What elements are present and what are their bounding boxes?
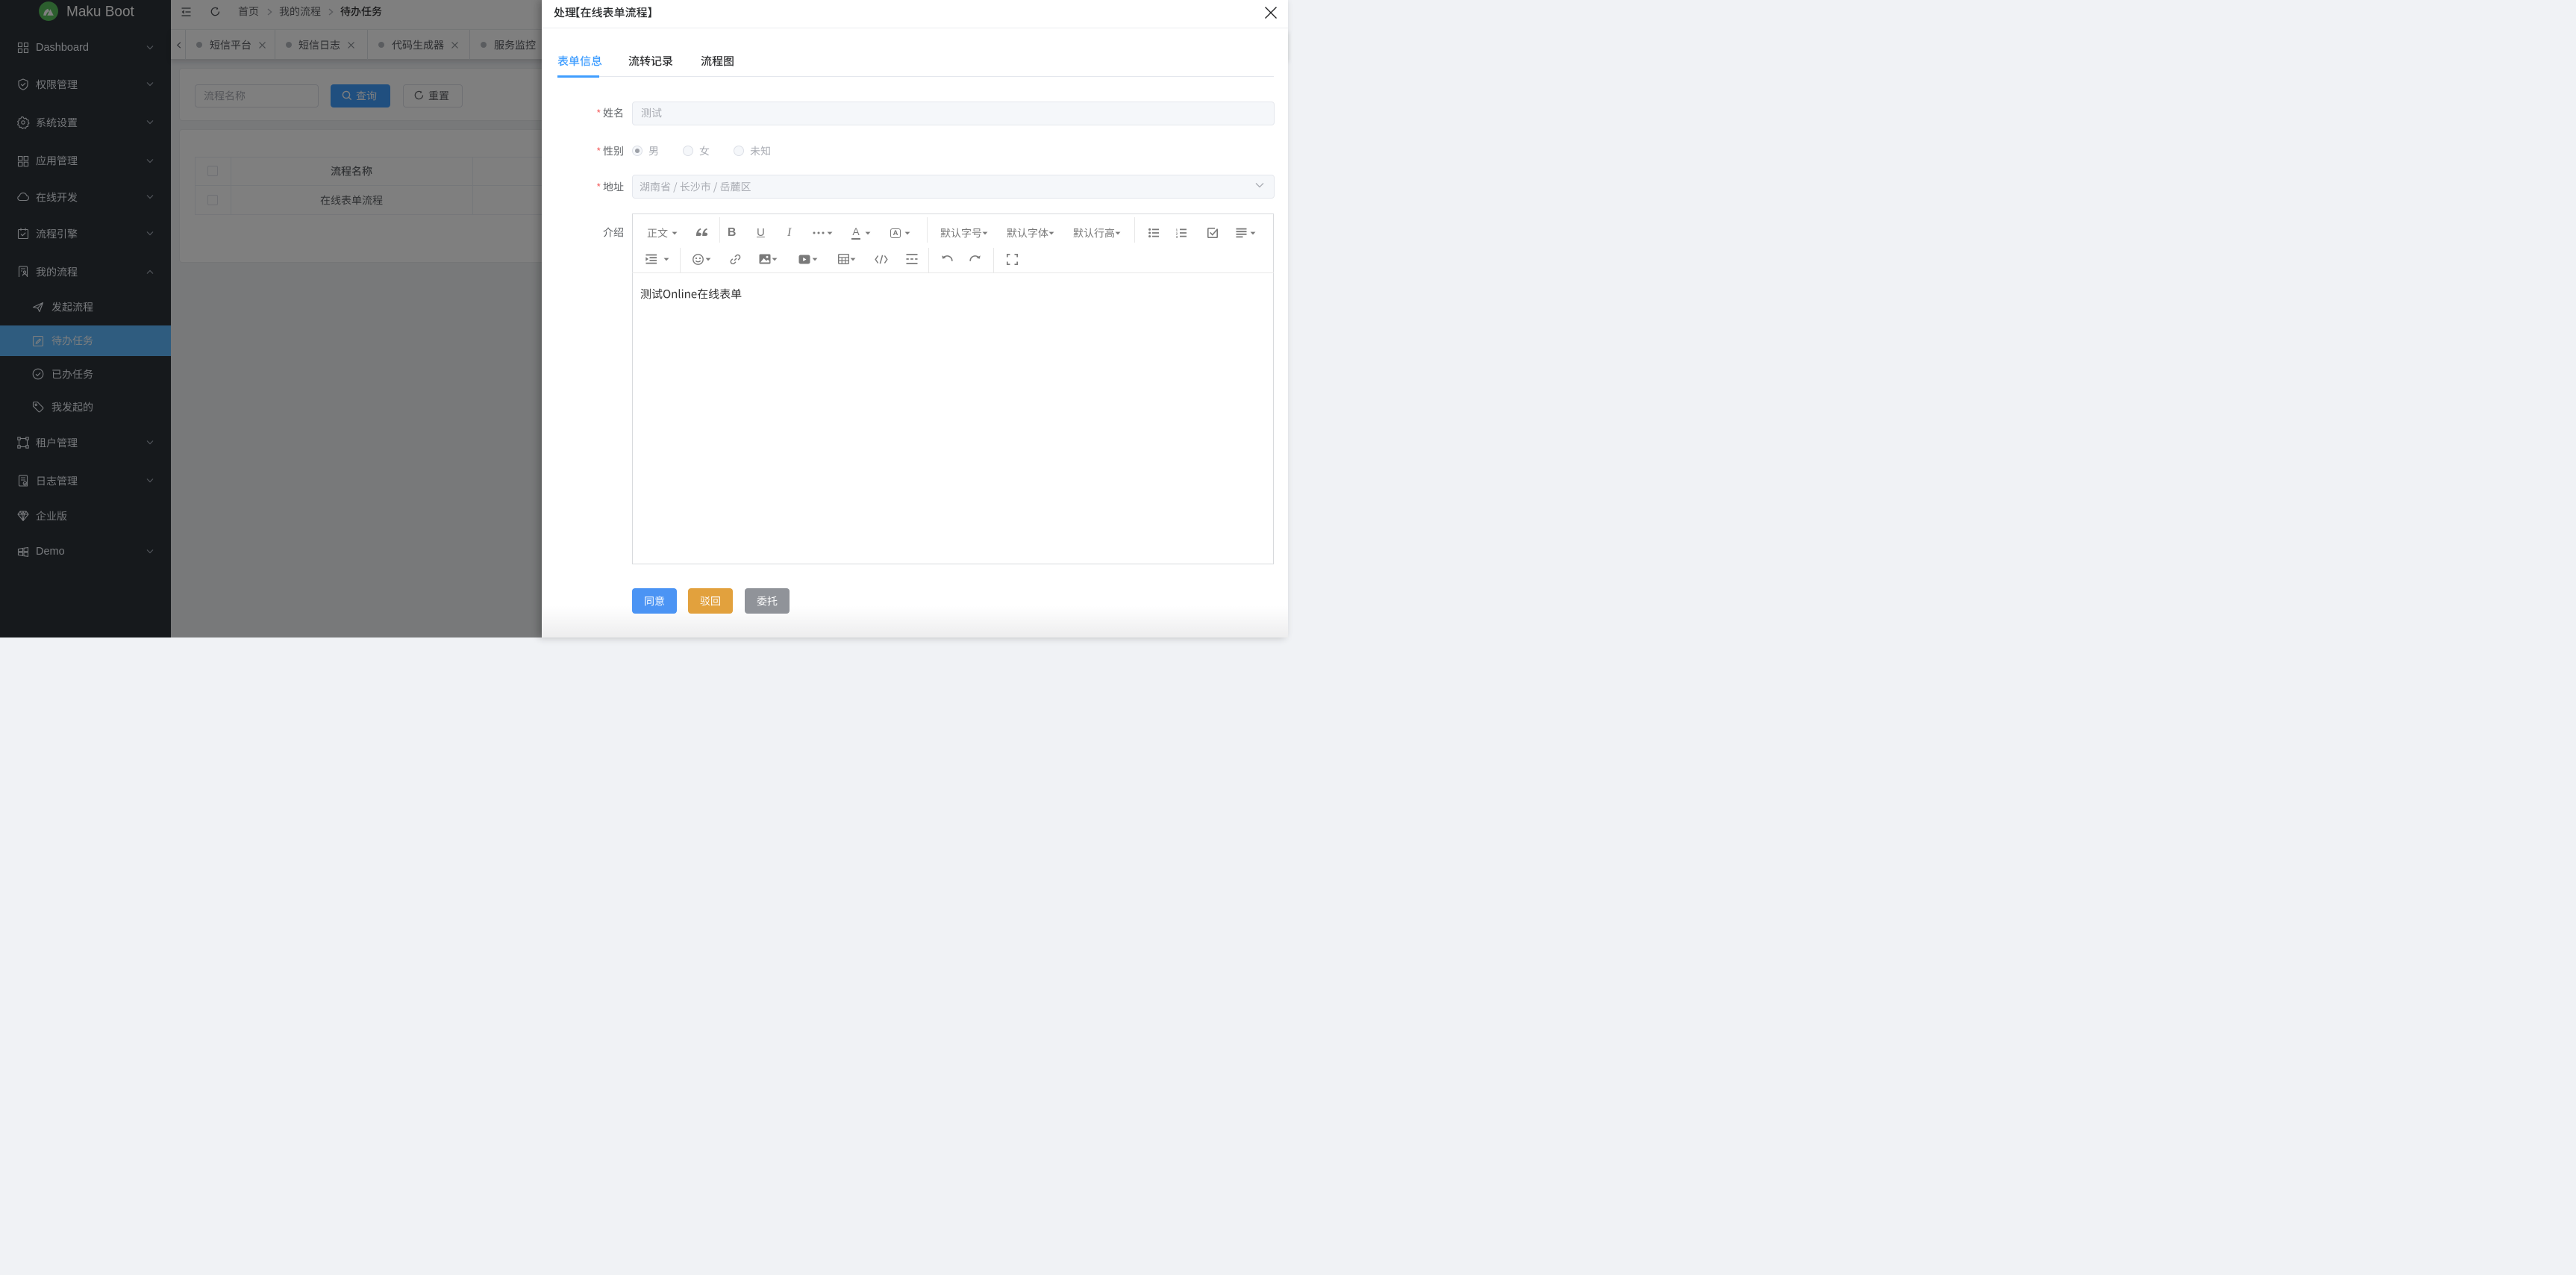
svg-text:3: 3: [1176, 235, 1178, 238]
